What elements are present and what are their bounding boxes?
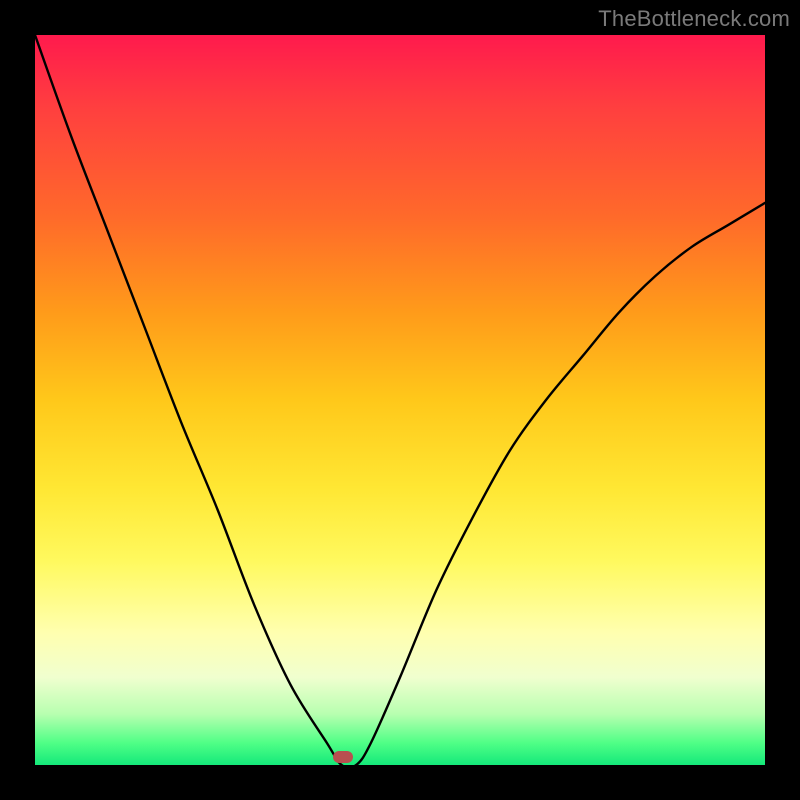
- optimal-marker: [333, 751, 353, 763]
- bottleneck-curve: [35, 35, 765, 765]
- plot-area: [35, 35, 765, 765]
- chart-frame: TheBottleneck.com: [0, 0, 800, 800]
- watermark-text: TheBottleneck.com: [598, 6, 790, 32]
